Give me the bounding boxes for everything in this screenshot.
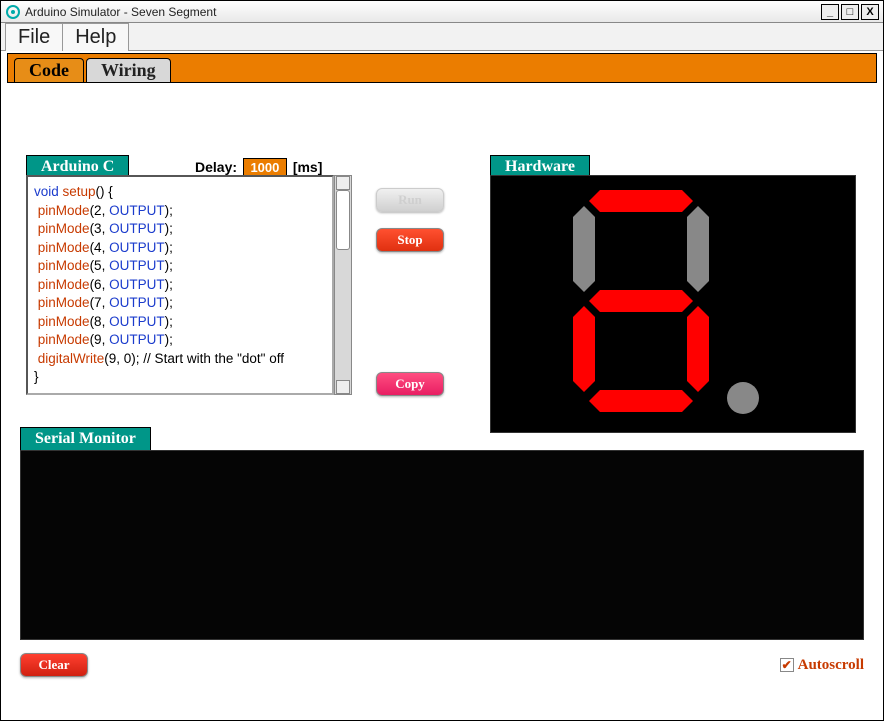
run-button: Run <box>376 188 444 212</box>
bottom-toolbar: Clear ✔ Autoscroll <box>20 650 864 680</box>
autoscroll-toggle[interactable]: ✔ Autoscroll <box>780 657 864 674</box>
segment-d <box>589 390 693 412</box>
menu-bar: File Help <box>1 23 883 51</box>
delay-label: Delay: <box>195 159 237 175</box>
menu-file[interactable]: File <box>5 23 63 51</box>
menu-help[interactable]: Help <box>62 23 129 51</box>
delay-unit: [ms] <box>293 159 323 175</box>
autoscroll-checkbox[interactable]: ✔ <box>780 658 794 672</box>
segment-g <box>589 290 693 312</box>
scroll-up-icon[interactable] <box>336 176 350 190</box>
segment-f <box>573 206 595 292</box>
segment-dp <box>727 382 759 414</box>
close-button[interactable]: X <box>861 4 879 20</box>
minimize-button[interactable]: _ <box>821 4 839 20</box>
app-icon <box>5 4 21 20</box>
code-editor-container: void setup() { pinMode(2, OUTPUT); pinMo… <box>26 175 352 395</box>
segment-c <box>687 306 709 392</box>
scroll-thumb[interactable] <box>336 190 350 250</box>
hardware-display <box>490 175 856 433</box>
copy-button[interactable]: Copy <box>376 372 444 396</box>
segment-a <box>589 190 693 212</box>
clear-button[interactable]: Clear <box>20 653 88 677</box>
tab-code[interactable]: Code <box>14 58 84 82</box>
tab-wiring[interactable]: Wiring <box>86 58 171 82</box>
tab-strip: Code Wiring <box>7 53 877 83</box>
window-titlebar: Arduino Simulator - Seven Segment _ □ X <box>1 1 883 23</box>
segment-e <box>573 306 595 392</box>
maximize-button[interactable]: □ <box>841 4 859 20</box>
autoscroll-label: Autoscroll <box>798 657 864 674</box>
serial-monitor[interactable] <box>20 450 864 640</box>
code-scrollbar[interactable] <box>334 175 352 395</box>
scroll-down-icon[interactable] <box>336 380 350 394</box>
window-title: Arduino Simulator - Seven Segment <box>25 5 819 19</box>
stop-button[interactable]: Stop <box>376 228 444 252</box>
code-editor[interactable]: void setup() { pinMode(2, OUTPUT); pinMo… <box>26 175 334 395</box>
segment-b <box>687 206 709 292</box>
